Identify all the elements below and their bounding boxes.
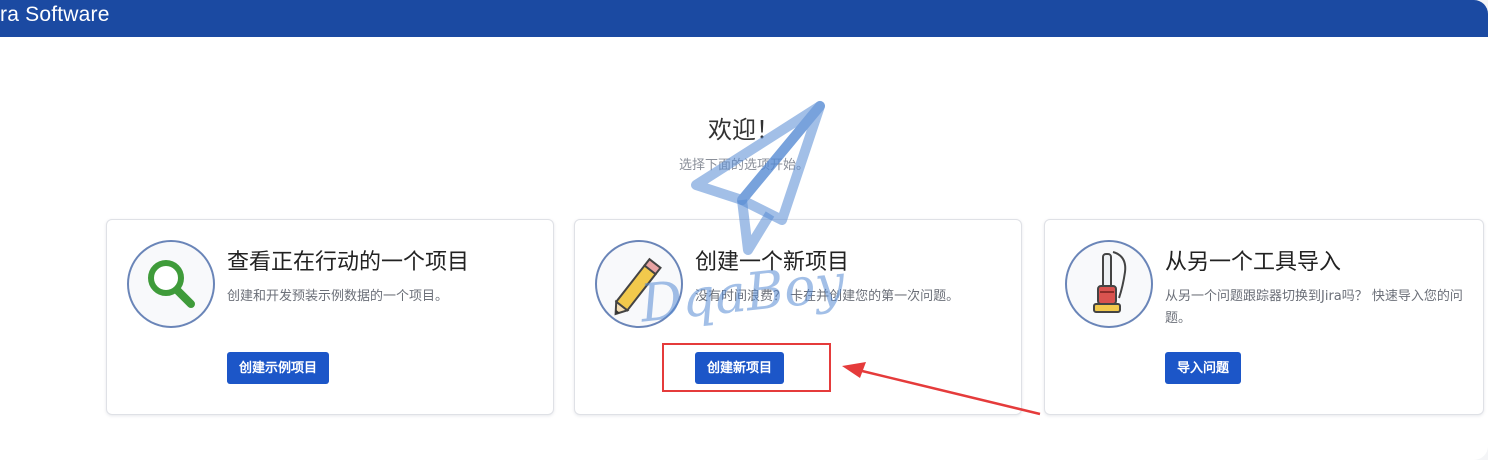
- card-title: 从另一个工具导入: [1165, 250, 1342, 275]
- product-name[interactable]: ra Software: [0, 3, 110, 27]
- card-title: 查看正在行动的一个项目: [227, 250, 470, 275]
- vacuum-icon: [1065, 240, 1153, 328]
- card-sample-project: 查看正在行动的一个项目 创建和开发预装示例数据的一个项目。 创建示例项目: [106, 219, 554, 415]
- magnifier-icon: [127, 240, 215, 328]
- create-sample-project-button[interactable]: 创建示例项目: [227, 352, 330, 384]
- import-issues-button[interactable]: 导入问题: [1165, 352, 1242, 384]
- red-highlight-box: [662, 343, 831, 392]
- card-description: 从另一个问题跟踪器切换到Jira吗？ 快速导入您的问题。: [1165, 289, 1463, 326]
- app-window: ra Software 欢迎！ 选择下面的选项开始。 查看正在行动的一个项目 创…: [0, 0, 1488, 460]
- top-navigation-bar: ra Software: [0, 0, 1488, 37]
- welcome-subtitle: 选择下面的选项开始。: [678, 158, 809, 173]
- card-import: 从另一个工具导入 从另一个问题跟踪器切换到Jira吗？ 快速导入您的问题。 导入…: [1044, 219, 1484, 415]
- card-description: 创建和开发预装示例数据的一个项目。: [227, 289, 449, 304]
- welcome-heading: 欢迎！: [708, 116, 780, 144]
